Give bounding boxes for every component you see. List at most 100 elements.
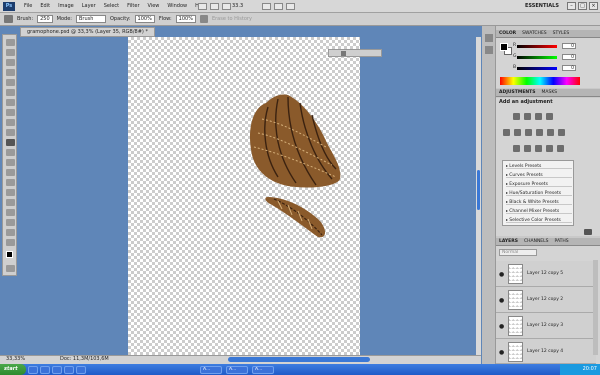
- bridge-icon[interactable]: [198, 3, 207, 10]
- preset-item[interactable]: Exposure Presets: [506, 180, 572, 187]
- airbrush-icon[interactable]: [199, 15, 208, 23]
- preset-item[interactable]: Levels Presets: [506, 162, 572, 169]
- visibility-eye-icon[interactable]: ●: [499, 271, 504, 278]
- green-slider[interactable]: [517, 56, 557, 59]
- minimize-button[interactable]: –: [567, 2, 576, 10]
- hand-tool-icon[interactable]: [210, 3, 219, 10]
- close-button[interactable]: ×: [589, 2, 598, 10]
- visibility-eye-icon[interactable]: ●: [499, 297, 504, 304]
- layer-row[interactable]: ● Layer 12 copy 2: [496, 287, 596, 313]
- workspace-switcher[interactable]: ESSENTIALS: [525, 3, 559, 9]
- document-canvas[interactable]: [128, 37, 360, 357]
- tab-styles[interactable]: STYLES: [553, 30, 570, 37]
- menu-window[interactable]: Window: [163, 0, 191, 13]
- type-tool-icon[interactable]: [6, 189, 15, 196]
- clip-to-layer-icon[interactable]: [584, 229, 592, 235]
- marquee-tool-icon[interactable]: [6, 49, 15, 56]
- layer-row[interactable]: ● Layer 12 copy 5: [496, 261, 596, 287]
- hue-saturation-icon[interactable]: [514, 129, 521, 136]
- invert-icon[interactable]: [513, 145, 520, 152]
- exposure-icon[interactable]: [546, 113, 553, 120]
- menu-select[interactable]: Select: [100, 0, 123, 13]
- zoom-tool-icon[interactable]: [222, 3, 231, 10]
- document-tab[interactable]: gramophone.psd @ 33,3% (Layer 35, RGB/8#…: [20, 27, 155, 37]
- horizontal-scroll-thumb[interactable]: [228, 357, 370, 362]
- tab-channels[interactable]: CHANNELS: [524, 238, 549, 245]
- tab-swatches[interactable]: SWATCHES: [522, 30, 547, 37]
- selective-color-icon[interactable]: [557, 145, 564, 152]
- clone-stamp-tool-icon[interactable]: [6, 119, 15, 126]
- history-brush-tool-icon[interactable]: [6, 129, 15, 136]
- menu-edit[interactable]: Edit: [36, 0, 54, 13]
- zoom-tool-button-icon[interactable]: [6, 239, 15, 246]
- tab-adjustments[interactable]: ADJUSTMENTS: [499, 89, 536, 96]
- preset-item[interactable]: Selective Color Presets: [506, 216, 572, 223]
- status-zoom[interactable]: 33,33%: [6, 356, 25, 362]
- eyedropper-tool-icon[interactable]: [6, 89, 15, 96]
- zoom-level[interactable]: 33.3: [232, 3, 243, 9]
- tab-paths[interactable]: PATHS: [555, 238, 569, 245]
- quick-mask-icon[interactable]: [6, 265, 15, 272]
- 3d-rotate-tool-icon[interactable]: [6, 219, 15, 226]
- quick-launch-folder-icon[interactable]: [40, 366, 50, 374]
- red-slider[interactable]: [517, 45, 557, 48]
- actions-panel-icon[interactable]: [485, 46, 493, 54]
- threshold-icon[interactable]: [535, 145, 542, 152]
- quick-launch-media-icon[interactable]: [52, 366, 62, 374]
- navigator-icon[interactable]: [341, 51, 346, 56]
- history-panel-icon[interactable]: [485, 34, 493, 42]
- healing-brush-tool-icon[interactable]: [6, 99, 15, 106]
- vibrance-icon[interactable]: [503, 129, 510, 136]
- foreground-color-chip[interactable]: [500, 43, 508, 51]
- blur-tool-icon[interactable]: [6, 159, 15, 166]
- green-value[interactable]: 0: [562, 54, 576, 60]
- red-value[interactable]: 0: [562, 43, 576, 49]
- menu-file[interactable]: File: [20, 0, 36, 13]
- tab-layers[interactable]: LAYERS: [499, 238, 518, 245]
- lasso-tool-icon[interactable]: [6, 59, 15, 66]
- quick-launch-ie-icon[interactable]: [28, 366, 38, 374]
- preset-item[interactable]: Channel Mixer Presets: [506, 207, 572, 214]
- mode-select[interactable]: Brush: [75, 15, 106, 23]
- tab-masks[interactable]: MASKS: [542, 89, 558, 96]
- vertical-scroll-thumb[interactable]: [477, 170, 480, 210]
- taskbar-window-button[interactable]: A...: [200, 366, 222, 374]
- blue-value[interactable]: 0: [562, 65, 576, 71]
- channel-mixer-icon[interactable]: [558, 129, 565, 136]
- curves-icon[interactable]: [535, 113, 542, 120]
- screen-mode-icon[interactable]: [286, 3, 295, 10]
- taskbar-window-button[interactable]: A...: [226, 366, 248, 374]
- blend-mode-select[interactable]: Normal: [499, 249, 537, 256]
- preset-item[interactable]: Black & White Presets: [506, 198, 572, 205]
- move-tool-icon[interactable]: [6, 39, 15, 46]
- quick-launch-browser-icon[interactable]: [64, 366, 74, 374]
- foreground-color-swatch[interactable]: [6, 251, 13, 258]
- preset-item[interactable]: Hue/Saturation Presets: [506, 189, 572, 196]
- visibility-eye-icon[interactable]: ●: [499, 323, 504, 330]
- dodge-tool-icon[interactable]: [6, 169, 15, 176]
- tab-color[interactable]: COLOR: [499, 30, 516, 37]
- arrange-documents-icon[interactable]: [274, 3, 283, 10]
- pen-tool-icon[interactable]: [6, 179, 15, 186]
- layer-row[interactable]: ● Layer 12 copy 4: [496, 339, 596, 364]
- quick-launch-photoshop-icon[interactable]: [76, 366, 86, 374]
- eraser-tool-icon[interactable]: [4, 15, 13, 23]
- menu-filter[interactable]: Filter: [123, 0, 143, 13]
- taskbar-window-button[interactable]: A...: [252, 366, 274, 374]
- path-selection-tool-icon[interactable]: [6, 199, 15, 206]
- layers-scrollbar[interactable]: [593, 260, 598, 355]
- color-spectrum[interactable]: [500, 77, 580, 85]
- quick-selection-tool-icon[interactable]: [6, 69, 15, 76]
- hand-tool-button-icon[interactable]: [6, 229, 15, 236]
- levels-icon[interactable]: [524, 113, 531, 120]
- start-button[interactable]: start: [0, 364, 26, 375]
- menu-image[interactable]: Image: [54, 0, 78, 13]
- menu-view[interactable]: View: [144, 0, 164, 13]
- erase-to-history-checkbox[interactable]: Erase to History: [212, 16, 252, 22]
- brush-tool-icon[interactable]: [6, 109, 15, 116]
- shape-tool-icon[interactable]: [6, 209, 15, 216]
- eraser-tool-button-icon[interactable]: [6, 139, 15, 146]
- color-balance-icon[interactable]: [525, 129, 532, 136]
- layer-row[interactable]: ● Layer 12 copy 3: [496, 313, 596, 339]
- crop-tool-icon[interactable]: [6, 79, 15, 86]
